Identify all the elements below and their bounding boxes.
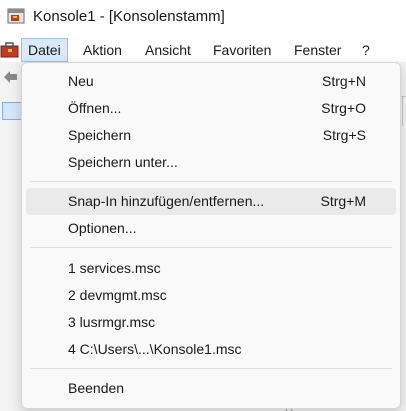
menu-item-label: 3 lusrmgr.msc [68, 314, 156, 330]
menu-bar: Datei Aktion Ansicht Favoriten Fenster ? [0, 38, 406, 62]
menu-item-label: Speichern unter... [68, 154, 178, 170]
menu-item-label: Neu [68, 73, 94, 89]
title-bar: Konsole1 - [Konsolenstamm] [0, 0, 406, 34]
window-title: Konsole1 - [Konsolenstamm] [33, 8, 225, 25]
menu-item-recent-3[interactable]: 3 lusrmgr.msc [26, 309, 396, 336]
menu-item-recent-4[interactable]: 4 C:\Users\...\Konsole1.msc [26, 336, 396, 363]
menu-separator [30, 247, 392, 248]
menu-item-label: 1 services.msc [68, 260, 161, 276]
menu-item-speichern-unter[interactable]: Speichern unter... [26, 149, 396, 176]
menu-item-label: Beenden [68, 380, 125, 396]
menu-item-shortcut: Strg+M [320, 193, 366, 209]
menu-item-beenden[interactable]: Beenden [26, 375, 396, 402]
menu-aktion[interactable]: Aktion [77, 38, 128, 62]
menu-item-label: 4 C:\Users\...\Konsole1.msc [68, 341, 242, 357]
menu-item-neu[interactable]: Neu Strg+N [26, 68, 396, 95]
menu-favoriten[interactable]: Favoriten [207, 38, 277, 62]
menu-item-label: Speichern [68, 127, 132, 143]
menu-separator [30, 368, 392, 369]
menu-item-shortcut: Strg+S [322, 127, 366, 143]
menu-separator [30, 181, 392, 182]
menu-item-oeffnen[interactable]: Öffnen... Strg+O [26, 95, 396, 122]
menu-item-optionen[interactable]: Optionen... [26, 215, 396, 242]
menu-item-label: Snap-In hinzufügen/entfernen... [68, 193, 265, 209]
mmc-console-icon [7, 8, 25, 24]
menu-datei[interactable]: Datei [21, 38, 68, 62]
menu-item-recent-2[interactable]: 2 devmgmt.msc [26, 282, 396, 309]
menu-item-speichern[interactable]: Speichern Strg+S [26, 122, 396, 149]
menu-item-label: 2 devmgmt.msc [68, 287, 167, 303]
menu-help[interactable]: ? [356, 38, 376, 62]
menu-item-label: Optionen... [68, 220, 137, 236]
menu-item-label: Öffnen... [68, 100, 122, 116]
menu-item-shortcut: Strg+O [321, 100, 366, 116]
console-toolbox-icon[interactable] [0, 41, 20, 59]
menu-item-shortcut: Strg+N [322, 73, 366, 89]
menu-ansicht[interactable]: Ansicht [139, 38, 197, 62]
menu-item-recent-1[interactable]: 1 services.msc [26, 255, 396, 282]
back-arrow-icon[interactable] [2, 69, 18, 85]
folder-icon[interactable] [2, 102, 22, 120]
menu-fenster[interactable]: Fenster [288, 38, 347, 62]
menu-item-snapin[interactable]: Snap-In hinzufügen/entfernen... Strg+M [26, 188, 396, 215]
file-menu-dropdown: Neu Strg+N Öffnen... Strg+O Speichern St… [21, 62, 401, 409]
divider [402, 96, 403, 126]
